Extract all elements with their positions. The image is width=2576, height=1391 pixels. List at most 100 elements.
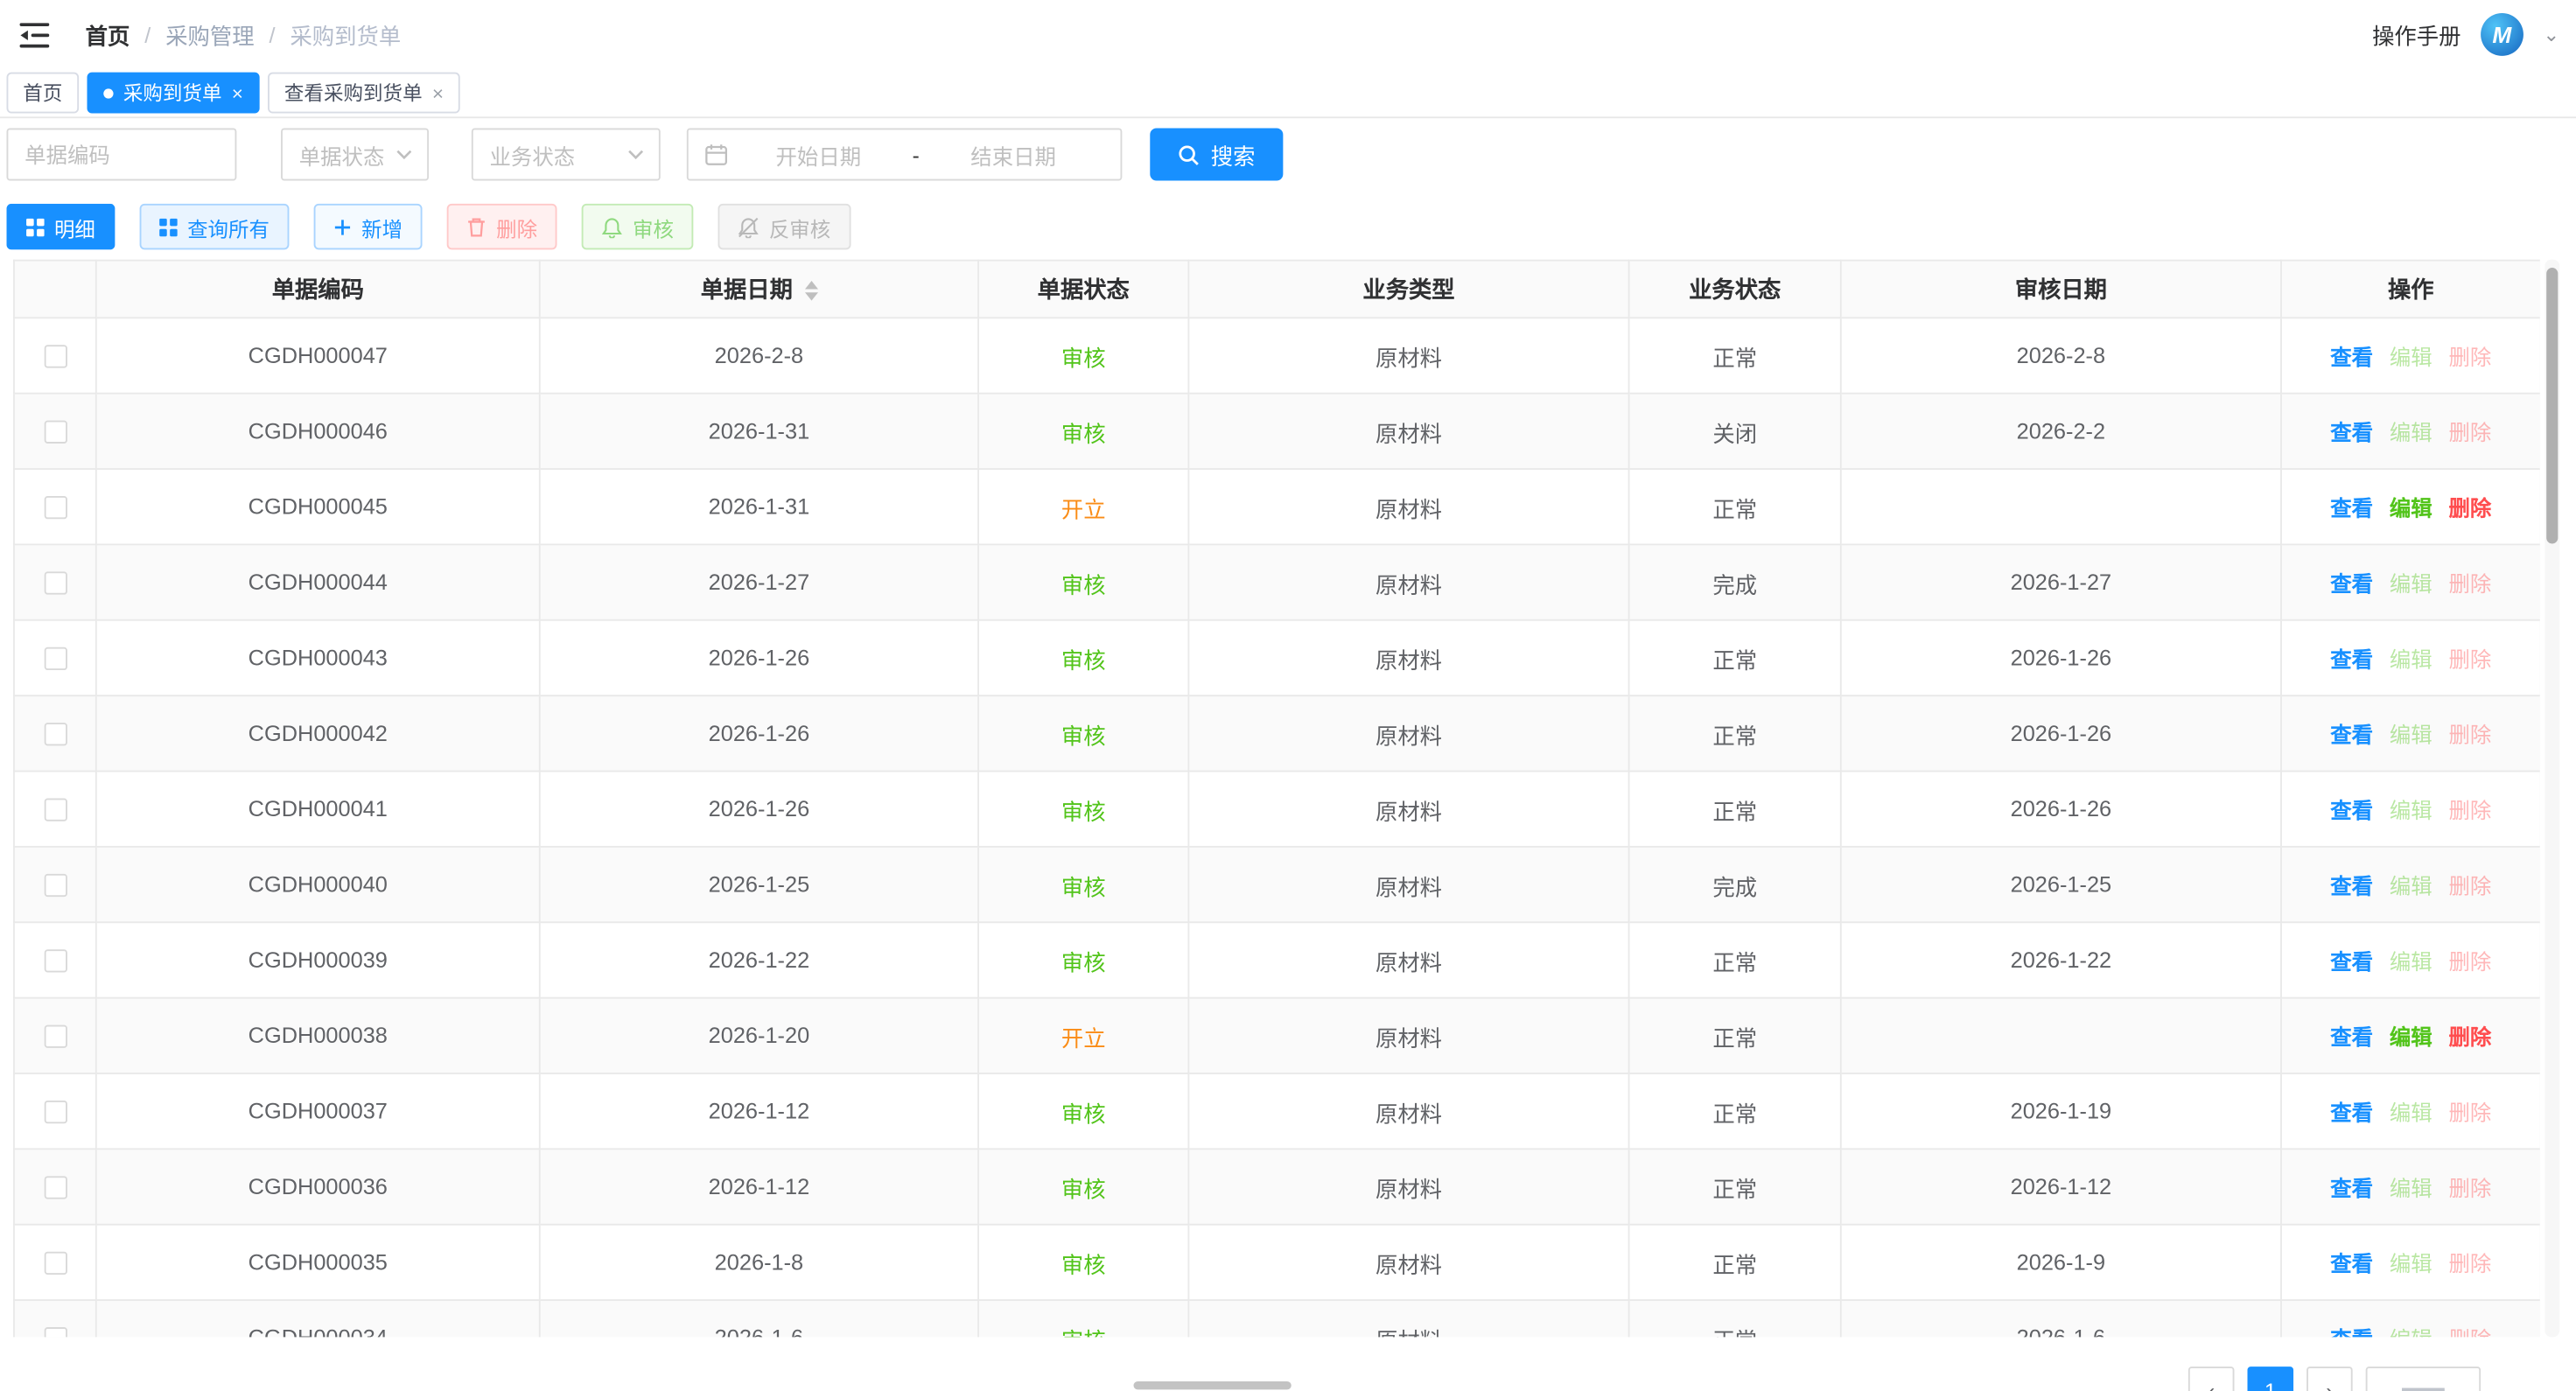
row-checkbox[interactable] bbox=[44, 799, 66, 821]
delete-link[interactable]: 删除 bbox=[2448, 647, 2491, 672]
view-link[interactable]: 查看 bbox=[2330, 496, 2373, 521]
end-date-placeholder[interactable]: 结束日期 bbox=[923, 139, 1104, 171]
edit-link[interactable]: 编辑 bbox=[2390, 1176, 2432, 1200]
row-checkbox[interactable] bbox=[44, 346, 66, 368]
manual-link[interactable]: 操作手册 bbox=[2372, 18, 2460, 52]
row-checkbox[interactable] bbox=[44, 723, 66, 746]
view-link[interactable]: 查看 bbox=[2330, 798, 2373, 822]
row-checkbox[interactable] bbox=[44, 647, 66, 670]
cell-audit-date: 2026-1-22 bbox=[1841, 922, 2281, 997]
col-header-doc-code[interactable]: 单据编码 bbox=[96, 261, 540, 318]
doc-status-select[interactable]: 单据状态 bbox=[281, 128, 429, 180]
view-link[interactable]: 查看 bbox=[2330, 345, 2373, 369]
edit-link[interactable]: 编辑 bbox=[2390, 1252, 2432, 1276]
delete-link[interactable]: 删除 bbox=[2448, 874, 2491, 898]
view-link[interactable]: 查看 bbox=[2330, 1327, 2373, 1337]
row-checkbox[interactable] bbox=[44, 496, 66, 519]
edit-link[interactable]: 编辑 bbox=[2390, 1327, 2432, 1337]
row-checkbox[interactable] bbox=[44, 1327, 66, 1337]
delete-link[interactable]: 删除 bbox=[2448, 949, 2491, 974]
search-button[interactable]: 搜索 bbox=[1150, 128, 1283, 180]
menu-collapse-icon[interactable] bbox=[17, 20, 52, 50]
edit-link[interactable]: 编辑 bbox=[2390, 949, 2432, 974]
delete-link[interactable]: 删除 bbox=[2448, 1101, 2491, 1125]
tab-home[interactable]: 首页 bbox=[7, 73, 80, 114]
vertical-scrollbar-thumb[interactable] bbox=[2546, 268, 2558, 543]
delete-link[interactable]: 删除 bbox=[2448, 723, 2491, 747]
edit-link[interactable]: 编辑 bbox=[2390, 874, 2432, 898]
view-link[interactable]: 查看 bbox=[2330, 1101, 2373, 1125]
delete-link[interactable]: 删除 bbox=[2448, 1025, 2491, 1050]
tab-purchase-arrival-active[interactable]: 采购到货单 × bbox=[88, 73, 260, 114]
col-header-actions: 操作 bbox=[2281, 261, 2540, 318]
pagination-prev-button[interactable]: ‹ bbox=[2188, 1367, 2235, 1391]
view-link[interactable]: 查看 bbox=[2330, 647, 2373, 672]
row-checkbox[interactable] bbox=[44, 1101, 66, 1123]
row-checkbox[interactable] bbox=[44, 572, 66, 595]
delete-link[interactable]: 删除 bbox=[2448, 496, 2491, 521]
delete-link[interactable]: 删除 bbox=[2448, 1252, 2491, 1276]
chevron-down-icon[interactable]: ⌄ bbox=[2543, 24, 2559, 45]
pagination-next-button[interactable]: › bbox=[2306, 1367, 2353, 1391]
edit-link[interactable]: 编辑 bbox=[2390, 1025, 2432, 1050]
row-checkbox[interactable] bbox=[44, 421, 66, 444]
close-icon[interactable]: × bbox=[232, 83, 243, 103]
view-link[interactable]: 查看 bbox=[2330, 1252, 2373, 1276]
col-header-biz-status[interactable]: 业务状态 bbox=[1629, 261, 1841, 318]
user-avatar-logo[interactable]: M bbox=[2481, 13, 2524, 56]
edit-link[interactable]: 编辑 bbox=[2390, 345, 2432, 369]
edit-link[interactable]: 编辑 bbox=[2390, 723, 2432, 747]
audit-button[interactable]: 审核 bbox=[582, 204, 694, 250]
view-link[interactable]: 查看 bbox=[2330, 949, 2373, 974]
view-link[interactable]: 查看 bbox=[2330, 1025, 2373, 1050]
delete-link[interactable]: 删除 bbox=[2448, 571, 2491, 596]
col-header-biz-type[interactable]: 业务类型 bbox=[1188, 261, 1628, 318]
view-link[interactable]: 查看 bbox=[2330, 723, 2373, 747]
breadcrumb-home[interactable]: 首页 bbox=[86, 18, 130, 52]
query-all-button[interactable]: 查询所有 bbox=[140, 204, 290, 250]
view-link[interactable]: 查看 bbox=[2330, 571, 2373, 596]
delete-link[interactable]: 删除 bbox=[2448, 1176, 2491, 1200]
delete-link[interactable]: 删除 bbox=[2448, 1327, 2491, 1337]
view-link[interactable]: 查看 bbox=[2330, 874, 2373, 898]
col-header-audit-date[interactable]: 审核日期 bbox=[1841, 261, 2281, 318]
view-link[interactable]: 查看 bbox=[2330, 1176, 2373, 1200]
edit-link[interactable]: 编辑 bbox=[2390, 647, 2432, 672]
pagination-page-1-active[interactable]: 1 bbox=[2247, 1367, 2293, 1391]
row-checkbox[interactable] bbox=[44, 1252, 66, 1275]
col-header-doc-date[interactable]: 单据日期 bbox=[540, 261, 978, 318]
add-button[interactable]: 新增 bbox=[314, 204, 423, 250]
cell-doc-status: 审核 bbox=[978, 922, 1188, 997]
row-checkbox[interactable] bbox=[44, 1025, 66, 1048]
row-checkbox[interactable] bbox=[44, 1177, 66, 1199]
detail-button[interactable]: 明细 bbox=[7, 204, 116, 250]
edit-link[interactable]: 编辑 bbox=[2390, 496, 2432, 521]
delete-link[interactable]: 删除 bbox=[2448, 798, 2491, 822]
cell-audit-date: 2026-1-25 bbox=[1841, 847, 2281, 922]
edit-link[interactable]: 编辑 bbox=[2390, 571, 2432, 596]
delete-link[interactable]: 删除 bbox=[2448, 345, 2491, 369]
vertical-scrollbar[interactable] bbox=[2544, 260, 2559, 1338]
date-range-picker[interactable]: 开始日期 - 结束日期 bbox=[687, 128, 1123, 180]
row-checkbox[interactable] bbox=[44, 950, 66, 973]
edit-link[interactable]: 编辑 bbox=[2390, 421, 2432, 445]
start-date-placeholder[interactable]: 开始日期 bbox=[728, 139, 909, 171]
doc-code-input[interactable] bbox=[7, 128, 237, 180]
view-link[interactable]: 查看 bbox=[2330, 421, 2373, 445]
edit-link[interactable]: 编辑 bbox=[2390, 798, 2432, 822]
sort-icon[interactable] bbox=[804, 282, 817, 302]
unaudit-button[interactable]: 反审核 bbox=[718, 204, 850, 250]
delete-link[interactable]: 删除 bbox=[2448, 421, 2491, 445]
cell-doc-status: 审核 bbox=[978, 318, 1188, 393]
cell-biz-status: 正常 bbox=[1629, 696, 1841, 771]
row-checkbox[interactable] bbox=[44, 874, 66, 897]
pagination-size-select[interactable] bbox=[2366, 1367, 2481, 1391]
tab-view-purchase-arrival[interactable]: 查看采购到货单 × bbox=[268, 73, 460, 114]
close-icon[interactable]: × bbox=[432, 83, 444, 103]
edit-link[interactable]: 编辑 bbox=[2390, 1101, 2432, 1125]
delete-button[interactable]: 删除 bbox=[447, 204, 557, 250]
horizontal-scrollbar-thumb[interactable] bbox=[1134, 1381, 1292, 1389]
col-header-doc-status[interactable]: 单据状态 bbox=[978, 261, 1188, 318]
breadcrumb-purchase-mgmt[interactable]: 采购管理 bbox=[165, 18, 254, 52]
biz-status-select[interactable]: 业务状态 bbox=[472, 128, 661, 180]
